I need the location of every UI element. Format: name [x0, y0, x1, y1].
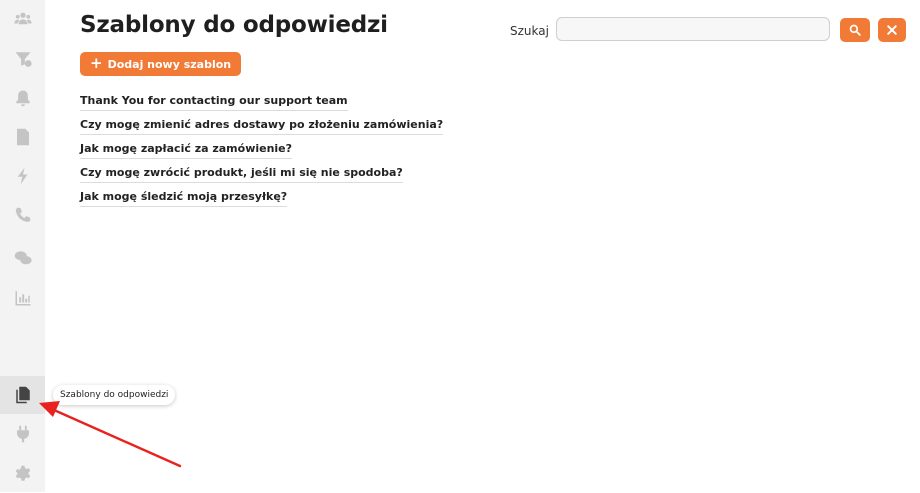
- list-item: Jak mogę zapłacić za zamówienie?: [80, 137, 443, 161]
- list-item: Jak mogę śledzić moją przesyłkę?: [80, 185, 443, 209]
- templates-icon: [15, 386, 30, 404]
- search-button[interactable]: [840, 18, 870, 42]
- template-link[interactable]: Thank You for contacting our support tea…: [80, 94, 348, 111]
- sidebar: [0, 0, 45, 492]
- plug-icon: [16, 425, 29, 443]
- template-link[interactable]: Czy mogę zwrócić produkt, jeśli mi się n…: [80, 166, 403, 183]
- templates-list: Thank You for contacting our support tea…: [80, 89, 444, 209]
- search-icon: [849, 24, 861, 36]
- sidebar-item-filter[interactable]: [0, 40, 45, 78]
- clear-search-button[interactable]: [878, 18, 906, 42]
- sidebar-item-reports[interactable]: [0, 279, 45, 317]
- bell-icon: [15, 90, 30, 107]
- list-item: Czy mogę zmienić adres dostawy po złożen…: [80, 113, 444, 137]
- template-link[interactable]: Jak mogę śledzić moją przesyłkę?: [80, 190, 288, 207]
- search-input[interactable]: [556, 17, 830, 41]
- chart-icon: [15, 291, 30, 306]
- phone-icon: [15, 207, 30, 222]
- close-icon: [887, 25, 897, 35]
- sidebar-item-integrations[interactable]: [0, 415, 45, 453]
- users-icon: [13, 12, 32, 25]
- chat-icon: [14, 251, 32, 265]
- sidebar-item-automation[interactable]: [0, 157, 45, 195]
- add-template-button[interactable]: + Dodaj nowy szablon: [80, 52, 242, 76]
- template-link[interactable]: Czy mogę zmienić adres dostawy po złożen…: [80, 118, 444, 135]
- sidebar-item-calls[interactable]: [0, 196, 45, 234]
- sidebar-item-notifications[interactable]: [0, 79, 45, 117]
- sidebar-item-users[interactable]: [0, 0, 45, 38]
- add-template-label: Dodaj nowy szablon: [107, 57, 232, 71]
- gear-icon: [15, 465, 30, 481]
- plus-icon: +: [90, 54, 103, 72]
- sidebar-item-templates[interactable]: [0, 376, 45, 414]
- invoice-icon: [16, 128, 29, 146]
- filter-icon: [15, 52, 32, 67]
- list-item: Czy mogę zwrócić produkt, jeśli mi się n…: [80, 161, 443, 185]
- sidebar-item-settings[interactable]: [0, 455, 45, 493]
- search-label: Szukaj: [510, 24, 549, 38]
- bolt-icon: [17, 167, 27, 185]
- page-title: Szablony do odpowiedzi: [80, 12, 388, 38]
- sidebar-tooltip: Szablony do odpowiedzi: [53, 385, 176, 405]
- template-link[interactable]: Jak mogę zapłacić za zamówienie?: [80, 142, 293, 159]
- list-item: Thank You for contacting our support tea…: [80, 89, 443, 113]
- sidebar-item-chats[interactable]: [0, 239, 45, 277]
- sidebar-item-invoices[interactable]: [0, 118, 45, 156]
